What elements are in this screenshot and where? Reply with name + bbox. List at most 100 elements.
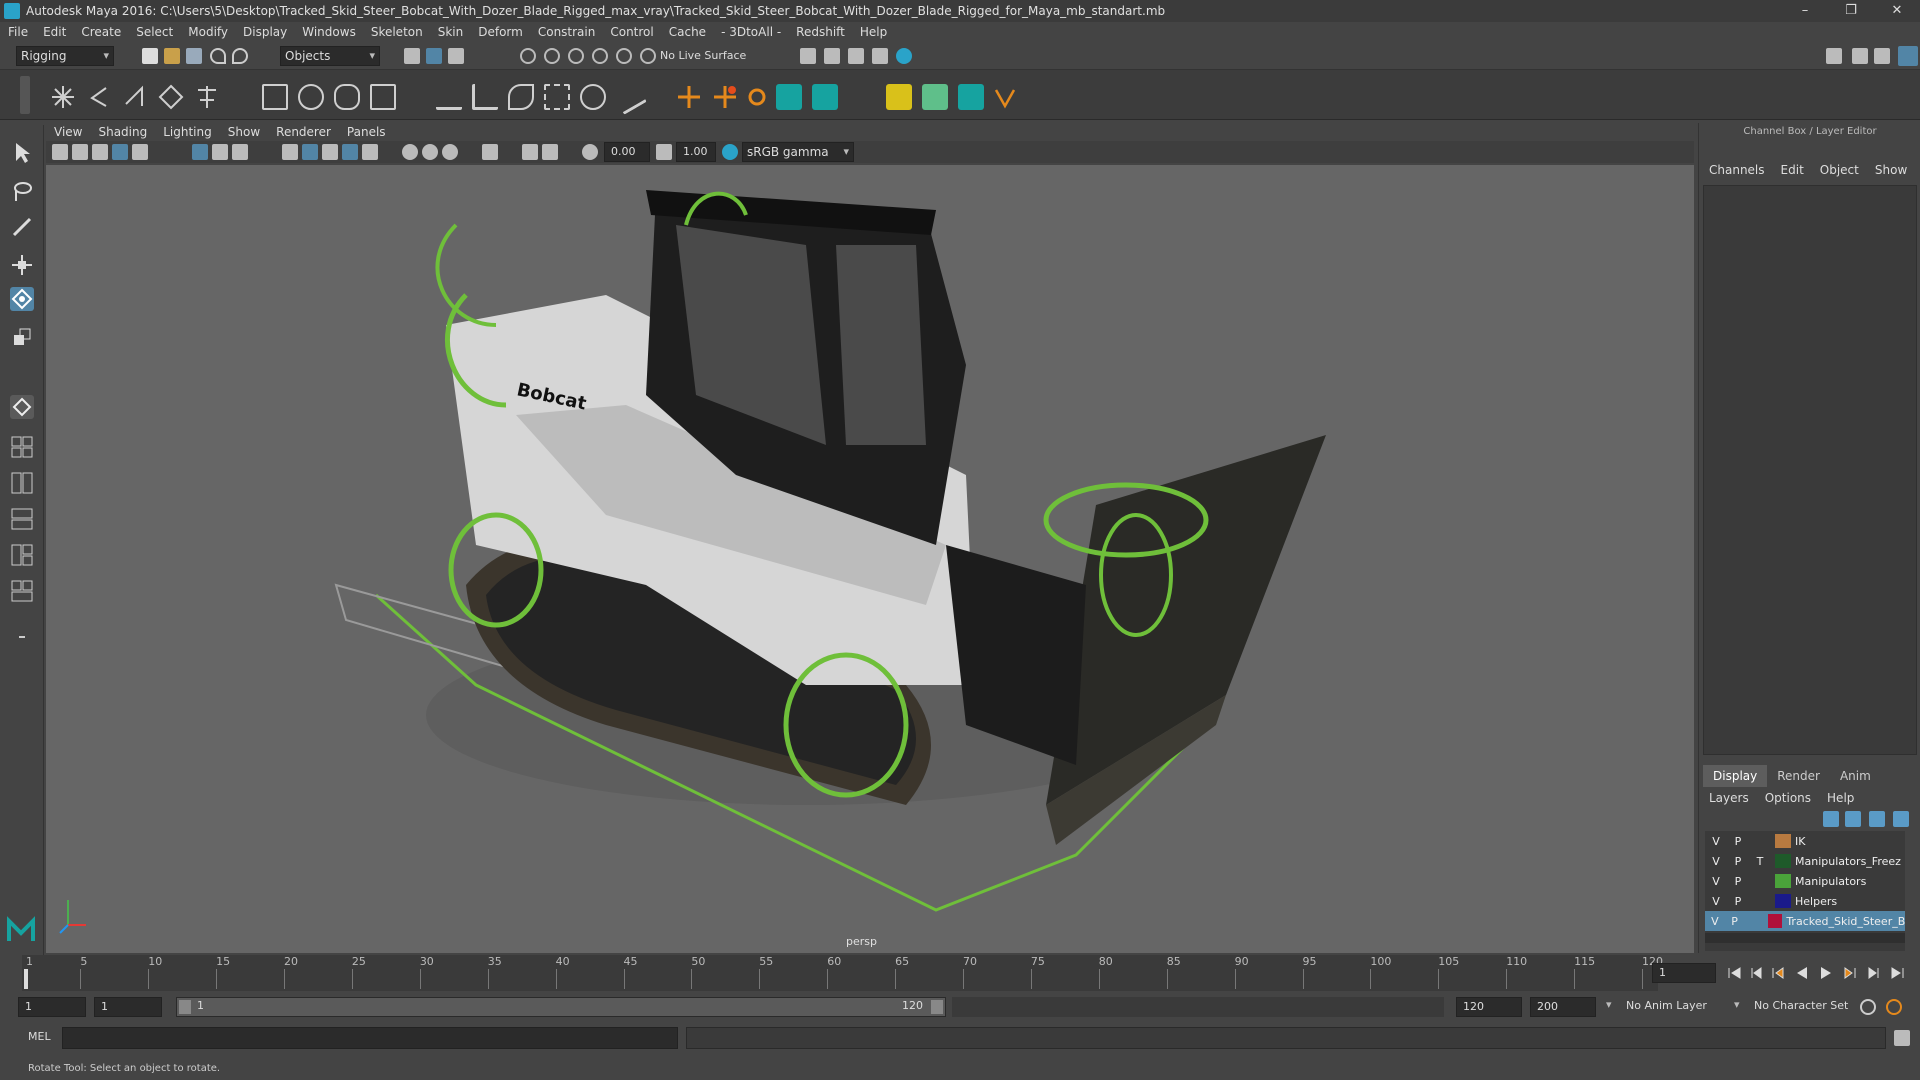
layer-color-swatch[interactable]: [1775, 894, 1791, 908]
toolbox-more-icon[interactable]: [10, 631, 34, 643]
attribute-editor-icon[interactable]: [1852, 48, 1868, 64]
vp-menu-show[interactable]: Show: [228, 125, 260, 139]
layer-playback[interactable]: P: [1727, 855, 1749, 868]
cb-menu-show[interactable]: Show: [1875, 163, 1907, 181]
motion-blur-icon[interactable]: [422, 144, 438, 160]
key-icon[interactable]: [886, 84, 912, 110]
layer-playback[interactable]: P: [1725, 915, 1745, 928]
playback-start-field[interactable]: 1: [94, 997, 162, 1017]
maya-script-b-icon[interactable]: [812, 84, 838, 110]
layer-menu-layers[interactable]: Layers: [1709, 791, 1749, 809]
layer-visibility[interactable]: V: [1705, 875, 1727, 888]
point-constraint-icon[interactable]: [472, 84, 498, 110]
select-hierarchy-icon[interactable]: [404, 48, 420, 64]
go-to-start-icon[interactable]: [1726, 965, 1742, 981]
layer-visibility[interactable]: V: [1705, 855, 1727, 868]
render-current-icon[interactable]: [824, 48, 840, 64]
snap-point-icon[interactable]: [568, 48, 584, 64]
timeline-ruler[interactable]: 1 5 10 15 20 25 30 35 40 45 50 55 60 65 70 75 80 85 90 95 10…: [22, 955, 1663, 991]
save-scene-icon[interactable]: [186, 48, 202, 64]
open-scene-icon[interactable]: [164, 48, 180, 64]
selection-mode-dropdown[interactable]: Objects: [280, 46, 380, 66]
character-set-dropdown[interactable]: No Character Set: [1754, 999, 1848, 1012]
layer-row[interactable]: V P Tracked_Skid_Steer_Bob: [1705, 911, 1905, 931]
menu-modify[interactable]: Modify: [188, 25, 228, 39]
gamma-field[interactable]: 1.00: [676, 142, 716, 162]
scale-constraint-icon[interactable]: [544, 84, 570, 110]
textured-icon[interactable]: [302, 144, 318, 160]
layout-four-view-icon[interactable]: [10, 435, 34, 459]
anim-layer-arrow-icon[interactable]: ▾: [1606, 998, 1612, 1011]
step-forward-icon[interactable]: [1866, 965, 1882, 981]
layer-color-swatch[interactable]: [1775, 874, 1791, 888]
isolate-select-icon[interactable]: [482, 144, 498, 160]
camera-attributes-icon[interactable]: [72, 144, 88, 160]
move-layer-down-icon[interactable]: [1845, 811, 1861, 827]
xray-joints-icon[interactable]: [522, 144, 538, 160]
snap-view-icon[interactable]: [592, 48, 608, 64]
menu-3dtoall[interactable]: - 3DtoAll -: [721, 25, 781, 39]
render-settings-icon[interactable]: [872, 48, 888, 64]
cb-menu-object[interactable]: Object: [1820, 163, 1859, 181]
layer-visibility[interactable]: V: [1705, 895, 1727, 908]
select-component-icon[interactable]: [448, 48, 464, 64]
undo-icon[interactable]: [210, 48, 226, 64]
image-plane-icon[interactable]: [132, 144, 148, 160]
select-object-icon[interactable]: [426, 48, 442, 64]
camera-select-icon[interactable]: [52, 144, 68, 160]
locator-alt-icon[interactable]: [712, 84, 738, 110]
menu-deform[interactable]: Deform: [478, 25, 523, 39]
menu-edit[interactable]: Edit: [43, 25, 66, 39]
menu-create[interactable]: Create: [81, 25, 121, 39]
shadows-icon[interactable]: [362, 144, 378, 160]
menu-skin[interactable]: Skin: [438, 25, 464, 39]
layer-row[interactable]: V P T Manipulators_Freez: [1705, 851, 1905, 871]
auto-key-icon[interactable]: [1860, 999, 1876, 1015]
menu-skeleton[interactable]: Skeleton: [371, 25, 423, 39]
layer-playback[interactable]: P: [1727, 895, 1749, 908]
vp-menu-panels[interactable]: Panels: [347, 125, 386, 139]
snap-live-icon[interactable]: [640, 48, 656, 64]
script-editor-icon[interactable]: [1894, 1030, 1910, 1046]
color-space-dropdown[interactable]: sRGB gamma: [742, 142, 854, 162]
layer-row[interactable]: V P Helpers: [1705, 891, 1905, 911]
step-back-key-icon[interactable]: [1770, 965, 1786, 981]
wireframe-icon[interactable]: [192, 144, 208, 160]
layout-graph-icon[interactable]: [10, 579, 34, 603]
check-v-icon[interactable]: [992, 84, 1018, 110]
snap-surface-icon[interactable]: [616, 48, 632, 64]
live-surface-label[interactable]: No Live Surface: [660, 49, 746, 62]
tab-anim[interactable]: Anim: [1830, 765, 1881, 787]
menu-constrain[interactable]: Constrain: [538, 25, 596, 39]
xray-icon[interactable]: [342, 144, 358, 160]
render-view-icon[interactable]: [800, 48, 816, 64]
wire-deformer-icon[interactable]: [370, 84, 396, 110]
current-frame-field[interactable]: 1: [1652, 963, 1716, 983]
locator-icon[interactable]: [676, 84, 702, 110]
range-end-handle[interactable]: [931, 1000, 943, 1014]
wrap-deformer-icon[interactable]: [334, 84, 360, 110]
resolution-gate-icon[interactable]: [212, 144, 228, 160]
parent-constraint-icon[interactable]: [436, 84, 462, 110]
hypershade-icon[interactable]: [896, 48, 912, 64]
layer-menu-help[interactable]: Help: [1827, 791, 1854, 809]
menu-display[interactable]: Display: [243, 25, 287, 39]
layout-two-stack-icon[interactable]: [10, 507, 34, 531]
mirror-joint-icon[interactable]: [194, 84, 220, 110]
ik-spline-icon[interactable]: [122, 84, 148, 110]
new-layer-selected-icon[interactable]: [1893, 811, 1909, 827]
maya-script-c-icon[interactable]: [958, 84, 984, 110]
maximize-button[interactable]: ❐: [1828, 0, 1874, 22]
bind-skin-icon[interactable]: [158, 84, 184, 110]
exposure-field[interactable]: 0.00: [604, 142, 650, 162]
minimize-button[interactable]: –: [1782, 0, 1828, 22]
ipr-render-icon[interactable]: [848, 48, 864, 64]
cog-icon[interactable]: [744, 84, 770, 110]
lattice-icon[interactable]: [262, 84, 288, 110]
snap-curve-icon[interactable]: [544, 48, 560, 64]
play-forward-icon[interactable]: [1818, 965, 1834, 981]
cb-menu-channels[interactable]: Channels: [1709, 163, 1765, 181]
vp-menu-renderer[interactable]: Renderer: [276, 125, 331, 139]
menu-cache[interactable]: Cache: [669, 25, 706, 39]
range-start-handle[interactable]: [179, 1000, 191, 1014]
